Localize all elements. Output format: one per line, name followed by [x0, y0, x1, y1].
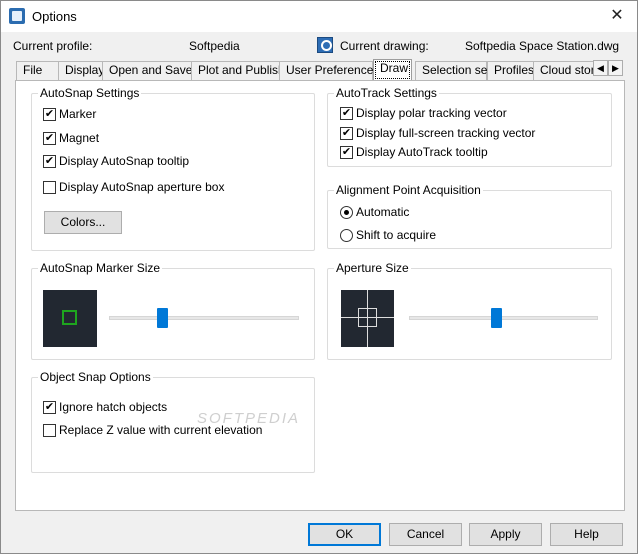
automatic-label: Automatic: [356, 205, 410, 219]
automatic-radio[interactable]: [340, 206, 353, 219]
marker-size-slider-track[interactable]: [109, 316, 299, 320]
aperture-preview-box: [358, 308, 377, 327]
title-bar: Options ✕: [1, 1, 637, 32]
ignore-hatch-label: Ignore hatch objects: [59, 400, 168, 414]
full-screen-tracking-label: Display full-screen tracking vector: [356, 126, 536, 140]
colors-button[interactable]: Colors...: [44, 211, 122, 234]
shift-to-acquire-label: Shift to acquire: [356, 228, 437, 242]
current-profile-label: Current profile:: [13, 39, 93, 53]
marker-size-group: AutoSnap Marker Size: [31, 261, 315, 360]
tab-open-and-save[interactable]: Open and Save: [102, 61, 192, 80]
object-snap-title: Object Snap Options: [38, 370, 153, 384]
tab-plot-and-publish[interactable]: Plot and Publish: [191, 61, 285, 80]
tab-strip: File Display Open and Save Plot and Publ…: [16, 59, 610, 80]
drawing-file-icon: [317, 37, 333, 53]
help-button[interactable]: Help: [550, 523, 623, 546]
autosnap-settings-title: AutoSnap Settings: [38, 86, 142, 100]
autotrack-tooltip-label: Display AutoTrack tooltip: [356, 145, 488, 159]
autosnap-tooltip-checkbox[interactable]: ✔: [43, 155, 56, 168]
autotrack-settings-group: AutoTrack Settings ✔ Display polar track…: [327, 86, 612, 167]
aperture-size-slider-thumb[interactable]: [490, 308, 502, 328]
ignore-hatch-checkbox[interactable]: ✔: [43, 401, 56, 414]
draw-tab-panel: AutoSnap Settings ✔ Marker ✔ Magnet ✔ Di…: [15, 80, 625, 511]
aperture-size-group: Aperture Size: [327, 261, 612, 360]
aperture-preview: [341, 290, 394, 347]
polar-tracking-checkbox[interactable]: ✔: [340, 107, 353, 120]
alignment-point-title: Alignment Point Acquisition: [334, 183, 483, 197]
marker-preview: [43, 290, 97, 347]
marker-label: Marker: [59, 107, 97, 121]
current-drawing-label: Current drawing:: [340, 39, 429, 53]
tab-file[interactable]: File: [16, 61, 59, 80]
full-screen-tracking-checkbox[interactable]: ✔: [340, 127, 353, 140]
ok-button[interactable]: OK: [308, 523, 381, 546]
aperture-size-slider-track[interactable]: [409, 316, 598, 320]
close-button[interactable]: ✕: [597, 1, 637, 31]
window-title: Options: [32, 9, 77, 24]
current-profile-value: Softpedia: [189, 39, 240, 53]
aperture-box-checkbox[interactable]: [43, 181, 56, 194]
options-dialog: Options ✕ Current profile: Softpedia Cur…: [0, 0, 638, 554]
marker-size-title: AutoSnap Marker Size: [38, 261, 163, 275]
app-icon: [9, 8, 25, 24]
autotrack-tooltip-checkbox[interactable]: ✔: [340, 146, 353, 159]
current-drawing-value: Softpedia Space Station.dwg: [465, 39, 620, 53]
cancel-button[interactable]: Cancel: [389, 523, 462, 546]
tab-scroll-right-button[interactable]: ▶: [608, 60, 623, 76]
apply-button[interactable]: Apply: [469, 523, 542, 546]
marker-size-slider-thumb[interactable]: [157, 308, 169, 328]
magnet-label: Magnet: [59, 131, 100, 145]
autosnap-settings-group: AutoSnap Settings ✔ Marker ✔ Magnet ✔ Di…: [31, 86, 315, 251]
tab-profiles[interactable]: Profiles: [487, 61, 534, 80]
tab-display[interactable]: Display: [58, 61, 104, 80]
magnet-checkbox[interactable]: ✔: [43, 132, 56, 145]
watermark: SOFTPEDIA: [197, 410, 301, 427]
tab-user-preferences[interactable]: User Preferences: [279, 61, 379, 80]
autosnap-tooltip-label: Display AutoSnap tooltip: [59, 154, 190, 168]
shift-to-acquire-radio[interactable]: [340, 229, 353, 242]
tab-draw[interactable]: Draw: [373, 59, 412, 80]
aperture-box-label: Display AutoSnap aperture box: [59, 180, 225, 194]
aperture-size-title: Aperture Size: [334, 261, 411, 275]
polar-tracking-label: Display polar tracking vector: [356, 106, 507, 120]
autotrack-settings-title: AutoTrack Settings: [334, 86, 439, 100]
marker-checkbox[interactable]: ✔: [43, 108, 56, 121]
marker-preview-square: [62, 310, 77, 325]
tab-scroll-left-button[interactable]: ◀: [593, 60, 608, 76]
alignment-point-group: Alignment Point Acquisition Automatic Sh…: [327, 183, 612, 249]
replace-z-checkbox[interactable]: [43, 424, 56, 437]
tab-selection-set[interactable]: Selection set: [415, 61, 491, 80]
